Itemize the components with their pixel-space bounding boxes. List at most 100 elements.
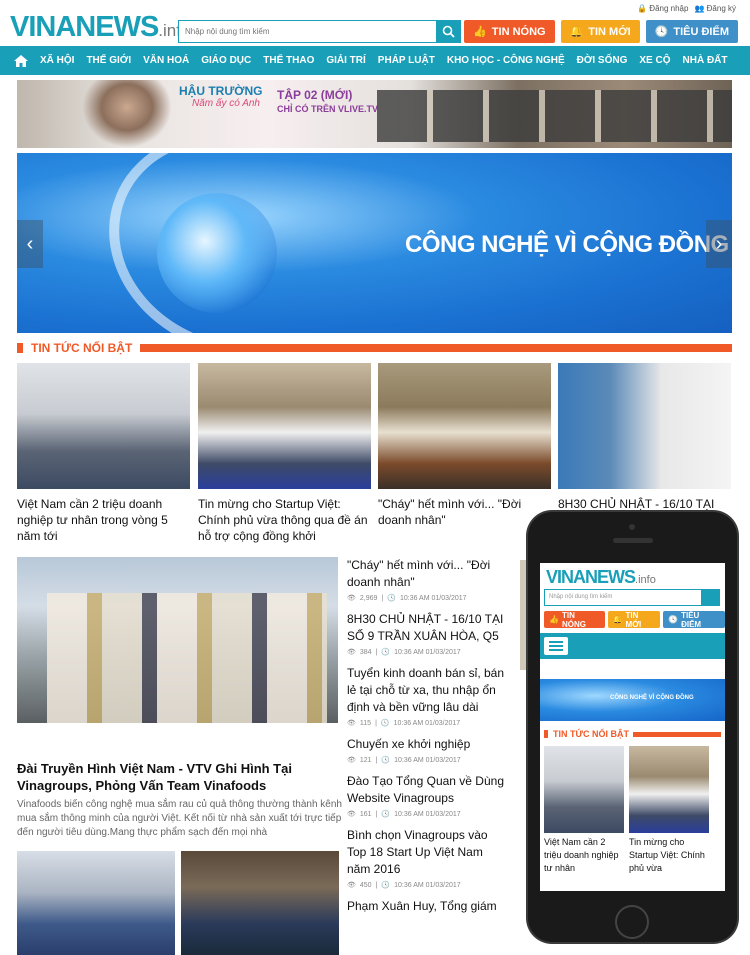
featured-card[interactable]: 8H30 CHỦ NHẬT - 16/10 TẠI [558,363,731,512]
featured-card[interactable]: "Cháy" hết mình với... "Đời doanh nhân" [378,363,551,528]
nav-item-xa-hoi[interactable]: XÃ HỘI [40,55,74,66]
hero-slider[interactable]: CÔNG NGHỆ VÌ CỘNG ĐỒNG [17,153,732,333]
list-item-meta: 👁 2,969 | 🕓 10:36 AM 01/03/2017 [347,594,467,603]
mobile-logo[interactable]: VINANEWS.info [546,567,656,588]
mobile-focus-button[interactable]: 🕓 TIÊU ĐIỂM [663,611,725,629]
list-item[interactable]: Tuyển kinh doanh bán sỉ, bán lẻ tại chỗ … [347,665,507,727]
list-item-meta: 👁 121 | 🕓 10:36 AM 01/03/2017 [347,756,461,765]
mobile-featured-card[interactable]: Việt Nam cần 2 triệu doanh nghiệp tư nhâ… [544,746,624,875]
clock-icon: 🕓 [381,757,391,764]
featured-card[interactable]: Tin mừng cho Startup Việt: Chính phủ vừa… [198,363,371,544]
eye-icon: 👁 [347,595,356,602]
story-thumbnail[interactable] [181,851,339,955]
list-item[interactable]: Bình chọn Vinagroups vào Top 18 Start Up… [347,827,507,889]
nav-item-nha-dat[interactable]: NHÀ ĐẤT [683,55,728,66]
list-item[interactable]: Chuyến xe khởi nghiệp 👁 121 | 🕓 10:36 AM 01/… [347,736,507,764]
story-thumbnail[interactable] [17,851,175,955]
featured-card[interactable]: Việt Nam cần 2 triệu doanh nghiệp tư nhâ… [17,363,190,544]
hot-news-button[interactable]: 👍 TIN NÓNG [464,20,555,43]
ad-line-3: TẬP 02 (MỚI) [277,88,353,102]
list-item-title[interactable]: "Cháy" hết mình với... "Đời doanh nhân" [347,557,507,591]
eye-icon: 👁 [347,882,356,889]
thumbs-up-icon: 👍 [473,26,487,38]
phone-camera [629,524,635,530]
list-item[interactable]: Phạm Xuân Huy, Tổng giám [347,898,507,915]
login-link[interactable]: 🔒 Đăng nhập [637,4,688,13]
thumbs-up-icon: 👍 [549,615,559,624]
new-news-button[interactable]: 🔔 TIN MỚI [560,20,640,43]
mobile-new-button[interactable]: 🔔 TIN MỚI [607,611,661,629]
list-item-meta: 👁 115 | 🕓 10:36 AM 01/03/2017 [347,719,461,728]
ad-line-2: Năm ấy có Anh [192,98,260,109]
mobile-featured-card[interactable]: Tin mừng cho Startup Việt: Chính phủ vừa [629,746,709,875]
featured-caption[interactable]: Việt Nam cần 2 triệu doanh nghiệp tư nhâ… [17,496,190,544]
hamburger-menu-icon[interactable] [544,637,568,655]
eye-icon: 👁 [347,757,356,764]
nav-item-doi-song[interactable]: ĐỜI SỐNG [577,55,628,66]
list-item-title[interactable]: Đào Tạo Tổng Quan về Dùng Website Vinagr… [347,773,507,807]
mobile-search-box[interactable]: Nhập nội dung tìm kiếm [544,589,720,606]
list-item-title[interactable]: Phạm Xuân Huy, Tổng giám [347,898,507,915]
mobile-search-button[interactable] [701,590,719,605]
nav-item-the-gioi[interactable]: THẾ GIỚI [86,55,131,66]
nav-item-van-hoa[interactable]: VĂN HOÁ [143,55,189,66]
list-item-meta: 👁 384 | 🕓 10:36 AM 01/03/2017 [347,648,461,657]
list-item[interactable]: "Cháy" hết mình với... "Đời doanh nhân" … [347,557,507,602]
section-bar [632,731,721,737]
search-box [178,20,461,43]
list-item-meta: 👁 161 | 🕓 10:36 AM 01/03/2017 [347,810,461,819]
eye-icon: 👁 [347,720,356,727]
slider-prev-button[interactable]: ‹ [17,220,43,268]
nav-item-giai-tri[interactable]: GIẢI TRÍ [326,55,365,66]
nav-item-giao-duc[interactable]: GIÁO DỤC [201,55,251,66]
site-logo[interactable]: VINANEWS.info [10,11,190,44]
featured-caption[interactable]: 8H30 CHỦ NHẬT - 16/10 TẠI [558,496,731,512]
main-story-image[interactable] [17,557,338,723]
globe-graphic [157,193,277,313]
clock-icon: 🕓 [380,720,390,727]
section-marker [544,730,548,738]
quick-pills: 👍 TIN NÓNG 🔔 TIN MỚI 🕓 TIÊU ĐIỂM [464,20,738,43]
nav-item-khoa-hoc[interactable]: KHO HỌC - CÔNG NGHỆ [447,55,565,66]
bell-icon: 🔔 [612,615,623,624]
eye-icon: 👁 [347,649,356,656]
top-bar: VINANEWS.info 🔒 Đăng nhập 👥 Đăng ký 👍TIN… [0,0,750,46]
featured-caption[interactable]: Tin mừng cho Startup Việt: Chính phủ vừa… [198,496,371,544]
list-item-title[interactable]: Chuyến xe khởi nghiệp [347,736,507,753]
mobile-banner[interactable]: CÔNG NGHỆ VÌ CỘNG ĐỒNG [540,679,725,721]
list-item-title[interactable]: 8H30 CHỦ NHẬT - 16/10 TẠI SỐ 9 TRẦN XUÂN… [347,611,507,645]
list-item[interactable]: 8H30 CHỦ NHẬT - 16/10 TẠI SỐ 9 TRẦN XUÂN… [347,611,507,656]
nav-item-xe-co[interactable]: XE CỘ [639,55,670,66]
list-item[interactable]: Đào Tạo Tổng Quan về Dùng Website Vinagr… [347,773,507,818]
list-item-title[interactable]: Tuyển kinh doanh bán sỉ, bán lẻ tại chỗ … [347,665,507,716]
mobile-featured-caption[interactable]: Việt Nam cần 2 triệu doanh nghiệp tư nhâ… [544,836,624,875]
home-icon[interactable] [14,54,28,67]
mobile-featured-caption[interactable]: Tin mừng cho Startup Việt: Chính phủ vừa [629,836,709,875]
bell-icon: 🔔 [569,26,584,38]
section-title: TIN TỨC NỔI BẬT [31,341,133,355]
phone-speaker [613,538,653,543]
banner-text: CÔNG NGHỆ VÌ CỘNG ĐỒNG [405,231,729,258]
ad-line-1: HẬU TRƯỜNG [179,84,263,98]
clock-icon: 🕓 [387,595,396,602]
search-button[interactable] [436,21,460,42]
featured-image [198,363,371,489]
focus-news-button[interactable]: 🕓 TIÊU ĐIỂM [645,20,738,43]
mobile-hot-button[interactable]: 👍 TIN NÓNG [544,611,605,629]
featured-image [558,363,731,489]
featured-caption[interactable]: "Cháy" hết mình với... "Đời doanh nhân" [378,496,551,528]
slider-next-button[interactable]: › [706,220,732,268]
main-story-title[interactable]: Đài Truyền Hình Việt Nam - VTV Ghi Hình … [17,760,342,794]
nav-item-the-thao[interactable]: THỂ THAO [263,55,314,66]
phone-mockup: VINANEWS.info Nhập nội dung tìm kiếm 👍 TI… [528,512,737,942]
nav-item-phap-luat[interactable]: PHÁP LUẬT [378,55,435,66]
phone-screen: VINANEWS.info Nhập nội dung tìm kiếm 👍 TI… [540,563,725,891]
ad-person-image [82,80,172,148]
register-link[interactable]: 👥 Đăng ký [694,4,736,13]
ad-banner[interactable]: HẬU TRƯỜNG Năm ấy có Anh TẬP 02 (MỚI) CH… [17,80,732,148]
list-item-title[interactable]: Bình chọn Vinagroups vào Top 18 Start Up… [347,827,507,878]
phone-home-button [615,905,649,939]
search-input[interactable] [179,21,434,42]
clock-icon: 🕓 [668,615,679,624]
featured-section-header: TIN TỨC NỔI BẬT [17,340,732,356]
